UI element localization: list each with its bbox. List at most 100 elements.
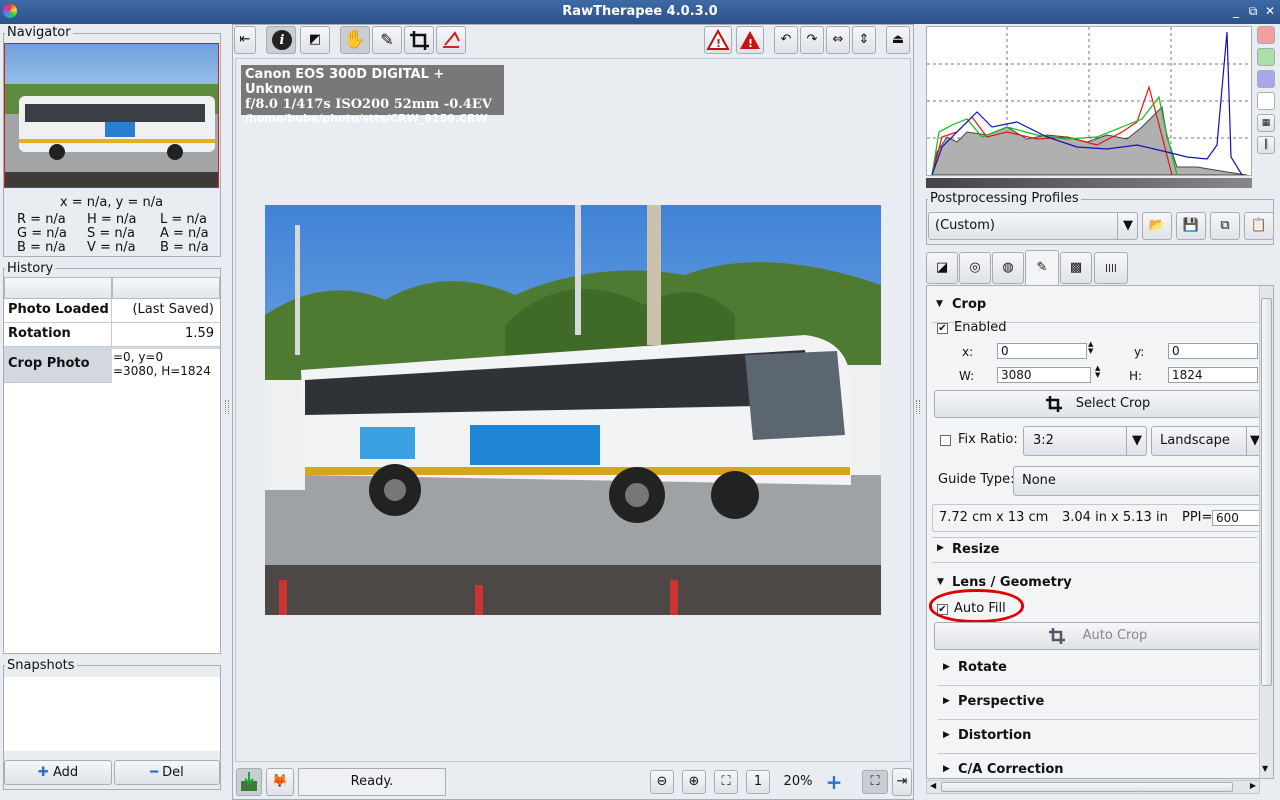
- hand-tool-button[interactable]: ✋: [340, 26, 370, 54]
- select-crop-button[interactable]: Select Crop: [934, 390, 1260, 418]
- histogram-raw-toggle[interactable]: ▦: [1257, 114, 1275, 132]
- highlight-clip-warning-button[interactable]: !: [736, 26, 764, 54]
- ca-correction-section-header[interactable]: ▶ C/A Correction: [938, 758, 1258, 778]
- g-value: G = n/a: [17, 226, 67, 241]
- histogram-green-toggle[interactable]: [1257, 48, 1275, 66]
- shadow-clip-warning-button[interactable]: !: [704, 26, 732, 54]
- chevron-down-icon: ▼: [1126, 427, 1142, 455]
- bar-icon: ║: [1263, 140, 1269, 150]
- history-row[interactable]: Photo Loaded (Last Saved): [4, 299, 220, 323]
- histogram-bar-toggle[interactable]: ║: [1257, 136, 1275, 154]
- white-balance-tool-button[interactable]: ✎: [372, 26, 402, 54]
- collapse-left-panel-button[interactable]: ⇤: [234, 26, 256, 54]
- info-toggle-button[interactable]: i: [266, 26, 296, 54]
- info-overlay: Canon EOS 300D DIGITAL + Unknown f/8.0 1…: [241, 65, 504, 125]
- history-header-name[interactable]: [4, 277, 112, 299]
- fullscreen-button[interactable]: ⛶: [862, 770, 888, 794]
- navigator-thumbnail[interactable]: [4, 43, 219, 188]
- crop-enabled-checkbox[interactable]: ✔: [937, 323, 948, 334]
- tool-panel-hscrollbar[interactable]: ◀ ▶: [926, 780, 1260, 794]
- rotate-right-button[interactable]: ↷: [800, 26, 824, 54]
- collapse-top-button[interactable]: ⏏: [886, 26, 910, 54]
- history-item-value: (Last Saved): [132, 302, 214, 317]
- photo-preview[interactable]: [265, 205, 881, 615]
- tool-panel-scrollbar[interactable]: ▼: [1259, 286, 1273, 778]
- tab-metadata[interactable]: ||||: [1094, 252, 1128, 284]
- tab-exposure[interactable]: ◪: [926, 252, 958, 284]
- history-row[interactable]: Rotation 1.59: [4, 323, 220, 347]
- minimize-button[interactable]: _: [1228, 3, 1244, 19]
- collapse-right-panel-button[interactable]: ⇥: [892, 768, 912, 796]
- profile-select[interactable]: (Custom) ▼: [928, 212, 1138, 240]
- bus-thumbnail-image: [5, 84, 218, 187]
- crop-w-input[interactable]: 3080: [997, 367, 1091, 383]
- del-label: Del: [162, 765, 184, 780]
- crop-h-input[interactable]: 1824: [1168, 367, 1258, 383]
- scroll-right-icon[interactable]: ▶: [1250, 781, 1256, 790]
- right-splitter-handle[interactable]: [916, 400, 920, 414]
- histogram-red-toggle[interactable]: [1257, 26, 1275, 44]
- resize-section-header[interactable]: ▶ Resize: [932, 537, 1258, 563]
- snapshots-list[interactable]: [4, 677, 220, 751]
- ca-expander-icon: ▶: [943, 764, 950, 774]
- snapshots-label: Snapshots: [5, 658, 77, 673]
- flip-horizontal-button[interactable]: ⇔: [826, 26, 850, 54]
- guide-type-select[interactable]: None: [1013, 466, 1261, 496]
- load-profile-button[interactable]: 📂: [1142, 212, 1172, 240]
- fix-ratio-checkbox[interactable]: [940, 435, 951, 446]
- save-image-button[interactable]: [236, 768, 262, 796]
- tab-transform[interactable]: ✎: [1025, 250, 1059, 286]
- histogram-blue-toggle[interactable]: [1257, 70, 1275, 88]
- delete-snapshot-button[interactable]: ━ Del: [114, 760, 220, 785]
- rotate-section-header[interactable]: ▶ Rotate: [938, 656, 1258, 686]
- crop-x-spinner-icon[interactable]: ▲ ▼: [1088, 341, 1093, 355]
- tab-raw[interactable]: ▩: [1060, 252, 1092, 284]
- distortion-expander-icon: ▶: [943, 730, 950, 740]
- crop-w-spinner-icon[interactable]: ▲ ▼: [1095, 365, 1100, 379]
- history-header-value[interactable]: [112, 277, 220, 299]
- straighten-tool-button[interactable]: [436, 26, 466, 54]
- history-item-value-line1: =0, y=0: [113, 350, 164, 364]
- hscrollbar-thumb[interactable]: [941, 782, 1233, 792]
- maximize-button[interactable]: ⧉: [1245, 3, 1261, 19]
- history-row-selected[interactable]: Crop Photo =0, y=0 =3080, H=1824: [4, 347, 220, 383]
- crop-tool-button[interactable]: [404, 26, 434, 54]
- resize-expander-icon: ▶: [937, 543, 944, 553]
- zoom-in-button[interactable]: +: [824, 770, 844, 794]
- scroll-down-icon[interactable]: ▼: [1262, 764, 1268, 773]
- ppi-input[interactable]: 600: [1212, 510, 1262, 526]
- tab-color[interactable]: ◍: [992, 252, 1024, 284]
- copy-profile-button[interactable]: ⧉: [1210, 212, 1240, 240]
- add-snapshot-button[interactable]: ✚ Add: [4, 760, 112, 785]
- send-to-editor-button[interactable]: 🦊: [266, 768, 294, 796]
- left-splitter-handle[interactable]: [225, 400, 229, 414]
- zoom-100-button[interactable]: 1: [746, 770, 770, 794]
- raw-checker-icon: ▩: [1069, 260, 1083, 275]
- save-profile-button[interactable]: 💾: [1176, 212, 1206, 240]
- tab-detail[interactable]: ◎: [959, 252, 991, 284]
- histogram-luminance-toggle[interactable]: [1257, 92, 1275, 110]
- rotate-left-button[interactable]: ↶: [774, 26, 798, 54]
- distortion-section-header[interactable]: ▶ Distortion: [938, 724, 1258, 754]
- crop-y-input[interactable]: 0: [1168, 343, 1258, 359]
- history-list[interactable]: Photo Loaded (Last Saved) Rotation 1.59 …: [4, 277, 220, 653]
- auto-crop-button[interactable]: Auto Crop: [934, 622, 1260, 650]
- zoom-fit-button[interactable]: ⛶: [714, 770, 738, 794]
- crop-x-input[interactable]: 0: [997, 343, 1087, 359]
- auto-crop-label: Auto Crop: [1082, 628, 1148, 643]
- orientation-select[interactable]: Landscape ▼: [1151, 426, 1261, 456]
- crop-icon: [410, 31, 429, 50]
- perspective-section-header[interactable]: ▶ Perspective: [938, 690, 1258, 720]
- flip-vertical-button[interactable]: ⇕: [852, 26, 876, 54]
- zoom-in-small-button[interactable]: ⊕: [682, 770, 706, 794]
- scrollbar-thumb[interactable]: [1261, 298, 1272, 686]
- histogram-graph: [927, 27, 1251, 176]
- red-annotation-circle: [929, 589, 1024, 623]
- paste-profile-button[interactable]: 📋: [1244, 212, 1274, 240]
- distortion-section-title: Distortion: [958, 728, 1032, 743]
- before-after-button[interactable]: ◩: [300, 26, 330, 54]
- close-button[interactable]: ✕: [1262, 3, 1278, 19]
- zoom-out-button[interactable]: ⊖: [650, 770, 674, 794]
- scroll-left-icon[interactable]: ◀: [930, 781, 936, 790]
- ratio-select[interactable]: 3:2 ▼: [1023, 426, 1147, 456]
